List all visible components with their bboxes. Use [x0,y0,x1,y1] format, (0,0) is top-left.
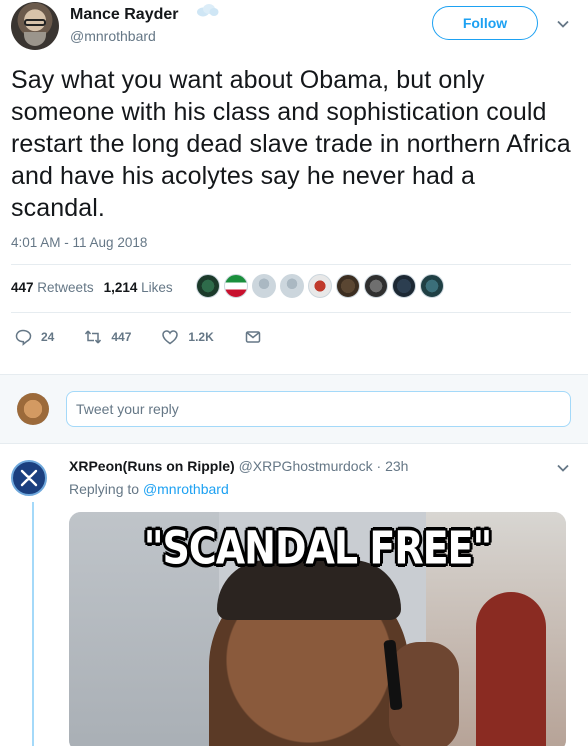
reply-handle[interactable]: @XRPGhostmurdock [239,458,373,474]
envelope-icon [245,331,260,343]
liker-avatar[interactable] [224,274,248,298]
liker-avatar[interactable] [308,274,332,298]
reply-tweet: XRPeon(Runs on Ripple) @XRPGhostmurdock … [0,444,588,746]
tweet-menu-chevron-icon[interactable] [556,17,570,31]
reply-time[interactable]: 23h [385,458,408,474]
liker-avatar[interactable] [392,274,416,298]
like-count: 1.2K [188,330,214,344]
main-tweet: Mance Rayder @mnrothbard Follow Say what… [0,0,588,374]
reply-count: 24 [41,330,55,344]
divider [11,312,571,313]
reply-display-name[interactable]: XRPeon(Runs on Ripple) [69,458,235,474]
reply-icon [15,329,32,346]
follow-button[interactable]: Follow [432,6,538,40]
author-avatar[interactable] [11,2,59,50]
author-handle[interactable]: @mnrothbard [70,28,156,44]
liker-avatar[interactable] [280,274,304,298]
cloud-icon [197,4,219,17]
liker-avatar[interactable] [336,274,360,298]
like-action[interactable]: 1.2K [161,328,214,346]
author-display-name[interactable]: Mance Rayder [70,6,179,24]
replying-to-line: Replying to @mnrothbard [69,481,229,497]
replying-to-link[interactable]: @mnrothbard [143,481,229,497]
likes-stat[interactable]: 1,214 Likes [104,280,173,295]
avatar-glasses [24,19,46,26]
current-user-avatar[interactable] [17,393,49,425]
liker-avatar[interactable] [364,274,388,298]
avatar-beard [24,32,46,46]
thread-line [32,502,34,746]
message-action[interactable] [244,328,262,346]
likers-avatars [196,274,444,298]
liker-avatar[interactable] [420,274,444,298]
engagement-stats: 447 Retweets 1,214 Likes [11,280,173,295]
reply-image[interactable]: "SCANDAL FREE" [69,512,566,746]
liker-avatar[interactable] [252,274,276,298]
tweet-timestamp[interactable]: 4:01 AM - 11 Aug 2018 [11,235,147,250]
reply-author-avatar[interactable] [11,460,47,496]
reply-menu-chevron-icon[interactable] [556,461,570,475]
xrp-logo-icon [20,469,38,487]
retweet-icon [85,330,102,344]
reply-author-line: XRPeon(Runs on Ripple) @XRPGhostmurdock … [69,458,408,474]
retweet-count: 447 [111,330,132,344]
reply-action[interactable]: 24 [14,328,54,346]
retweet-action[interactable]: 447 [84,328,131,346]
reply-composer: Tweet your reply [0,374,588,444]
tweet-text: Say what you want about Obama, but only … [11,66,571,222]
reply-separator: · [376,458,382,474]
tweet-actions: 24 447 1.2K [14,328,292,346]
tweet-reply-input[interactable]: Tweet your reply [66,391,571,427]
heart-icon [162,330,179,345]
divider [11,264,571,265]
retweets-stat[interactable]: 447 Retweets [11,280,94,295]
liker-avatar[interactable] [196,274,220,298]
meme-caption: "SCANDAL FREE" [143,521,493,575]
